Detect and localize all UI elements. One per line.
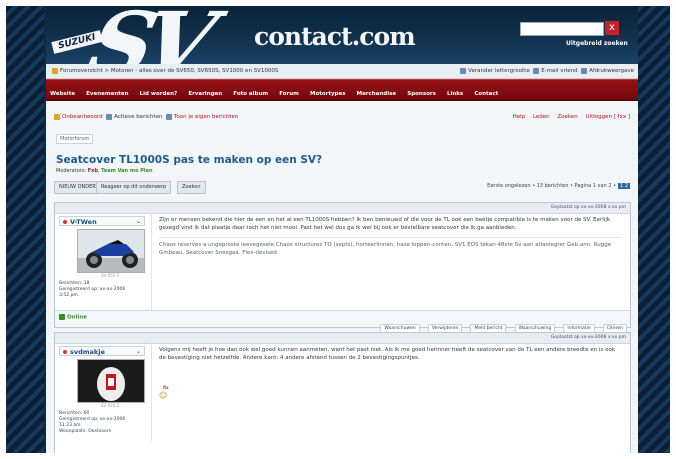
own-posts-icon xyxy=(165,113,172,120)
search-link[interactable]: Zoeken xyxy=(557,114,577,120)
logo-contact[interactable]: contact.com xyxy=(254,22,416,51)
home-icon xyxy=(52,67,58,74)
members-link[interactable]: Leden xyxy=(533,114,550,120)
font-size-icon xyxy=(460,67,467,74)
post: Geplaatst op xx-xx-2008 x:xx pm V-TWen⌄ xyxy=(54,202,631,334)
search-input[interactable] xyxy=(520,22,604,36)
chevron-down-icon[interactable]: ⌄ xyxy=(136,217,141,227)
nav-item[interactable]: Links xyxy=(447,84,463,104)
moderators-label: Moderators: xyxy=(56,168,87,174)
user-info-line: 3:52 pm xyxy=(59,293,78,298)
email-friend-link[interactable]: E-mail vriend xyxy=(541,68,577,74)
user-info: Berichten: 38 Geregistreerd op: xx-xx-20… xyxy=(59,281,125,299)
main-nav: Website Evenementen Lid worden? Ervaring… xyxy=(46,79,638,101)
online-icon xyxy=(59,314,65,320)
nav-item[interactable]: Ervaringen xyxy=(188,84,222,104)
nav-item[interactable]: Forum xyxy=(279,84,299,104)
moderator-link[interactable]: Team Van mo Plen xyxy=(101,168,152,174)
chevron-down-icon[interactable]: ⌄ xyxy=(136,347,141,357)
moderators: Moderators: Fxb, Team Van mo Plen xyxy=(56,168,153,174)
post: Geplaatst op xx-xx-2008 x:xx pm svdmakje… xyxy=(54,332,631,453)
topic-title[interactable]: Seatcover TL1000S pas te maken op een SV… xyxy=(56,154,638,166)
username[interactable]: V-TWen ⌄ xyxy=(59,216,145,226)
page-info: Eerste ongelezen • 13 berichten • Pagina… xyxy=(487,183,617,189)
nav-item[interactable]: Lid worden? xyxy=(140,84,178,104)
own-posts-link[interactable]: Toon je eigen berichten xyxy=(174,114,238,120)
forum-page: SV SUZUKI contact.com x Uitgebreid zoeke… xyxy=(46,6,638,453)
nav-item[interactable]: Foto album xyxy=(233,84,268,104)
logout-link[interactable]: Uitloggen [ fxx ] xyxy=(586,114,630,120)
breadcrumb-link[interactable]: Forumoverzicht > Motoren - alles over de… xyxy=(60,68,278,74)
username[interactable]: svdmakje ⌄ xyxy=(59,346,145,356)
unanswered-icon xyxy=(54,113,60,120)
user-info: Berichten: 60 Geregistreerd op: xx-xx-20… xyxy=(59,411,125,435)
post-actions: Waarschuwen Verwijderen Meld bericht Waa… xyxy=(377,314,627,334)
post-author: svdmakje ⌄ SV 650 S Berichten: 60 Geregis… xyxy=(55,343,152,441)
online-status: Online xyxy=(59,314,87,321)
font-size-link[interactable]: Verander lettergrootte xyxy=(468,68,530,74)
print-icon xyxy=(581,67,588,74)
reply-button[interactable]: Reageer op dit onderwerp xyxy=(96,181,172,194)
post-footer: Online Waarschuwen Verwijderen Meld beri… xyxy=(55,310,630,334)
background-pattern-left xyxy=(6,6,44,453)
help-link[interactable]: Help xyxy=(513,114,526,120)
advanced-search-link[interactable]: Uitgebreid zoeken xyxy=(566,40,628,47)
print-link[interactable]: Afdrukweergave xyxy=(589,68,634,74)
page-number[interactable]: 1 2 xyxy=(618,183,630,189)
moderator-link[interactable]: Fxb xyxy=(88,168,98,174)
nav-item[interactable]: Motortypes xyxy=(310,84,346,104)
post-author: V-TWen ⌄ SV 650 S Berichten: 38 Geregist… xyxy=(55,213,152,311)
avatar-caption: SV 650 S xyxy=(101,403,119,408)
unanswered-link[interactable]: Onbeantwoord xyxy=(62,114,103,120)
avatar xyxy=(77,229,145,273)
offline-icon xyxy=(63,220,67,224)
nav-item[interactable]: Sponsors xyxy=(407,84,436,104)
offline-icon xyxy=(63,350,67,354)
emoji-label: fix xyxy=(163,385,169,390)
post-message: Volgens mij heeft je hoe dan ook wel goe… xyxy=(159,347,616,361)
topic-crumb[interactable]: Motorforum xyxy=(56,134,94,144)
post-message: Zijn er mensen bekend die hier de een en… xyxy=(159,217,611,231)
topic-toolbar: NIEUW ONDERWERP Reageer op dit onderwerp… xyxy=(46,181,638,195)
nav-item[interactable]: Merchandise xyxy=(357,84,397,104)
nav-item[interactable]: Website xyxy=(50,84,75,104)
search-topic-button[interactable]: Zoeken xyxy=(177,181,206,194)
post-body: Volgens mij heeft je hoe dan ook wel goe… xyxy=(159,347,622,362)
user-info-line: Woonplaats: Oostvoorn xyxy=(59,429,112,434)
search-button[interactable]: x xyxy=(605,21,619,35)
pagination: Eerste ongelezen • 13 berichten • Pagina… xyxy=(487,183,630,189)
post-signature: Chaos reserves a ungeproste leevegesele … xyxy=(159,237,622,257)
email-icon xyxy=(533,67,540,74)
nav-item[interactable]: Evenementen xyxy=(86,84,128,104)
active-topics-link[interactable]: Actieve berichten xyxy=(114,114,162,120)
active-icon xyxy=(106,113,113,120)
nav-item[interactable]: Contact xyxy=(474,84,498,104)
avatar xyxy=(77,359,145,403)
post-body: Zijn er mensen bekend die hier de een en… xyxy=(159,217,622,257)
breadcrumb: Forumoverzicht > Motoren - alles over de… xyxy=(46,64,638,79)
avatar-caption: SV 650 S xyxy=(101,273,119,278)
smiley-icon: ☺ xyxy=(159,391,168,400)
user-bar: Onbeantwoord Actieve berichten Toon je e… xyxy=(46,109,638,125)
site-header: SV SUZUKI contact.com x Uitgebreid zoeke… xyxy=(46,6,638,64)
browser-frame: SV SUZUKI contact.com x Uitgebreid zoeke… xyxy=(6,6,670,453)
